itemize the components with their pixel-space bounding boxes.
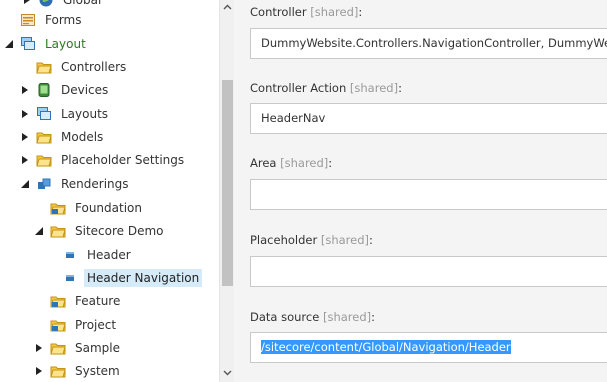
- layout-icon: [20, 36, 36, 52]
- rendering-icon: [62, 247, 78, 263]
- data-source-label: Data source [shared]:: [250, 310, 375, 324]
- area-field[interactable]: [250, 179, 607, 210]
- data-source-field[interactable]: /sitecore/content/Global/Navigation/Head…: [250, 332, 607, 363]
- tree-item-header-navigation[interactable]: Header Navigation: [62, 267, 203, 289]
- tree-item-header[interactable]: Header: [62, 244, 134, 266]
- expand-arrow-icon[interactable]: [20, 109, 30, 119]
- item-fields-panel: Controller [shared]: DummyWebsite.Contro…: [234, 0, 607, 382]
- folder-icon: [36, 152, 52, 168]
- folder-icon: [36, 129, 52, 145]
- folder-icon: [50, 340, 66, 356]
- globe-icon: [38, 0, 54, 8]
- tree-item-controllers[interactable]: Controllers: [20, 56, 129, 78]
- collapse-arrow-icon[interactable]: [4, 39, 14, 49]
- folder-icon: [50, 363, 66, 379]
- expand-arrow-icon[interactable]: [20, 85, 30, 95]
- collapse-arrow-icon[interactable]: [20, 179, 30, 189]
- tree-item-renderings[interactable]: Renderings: [20, 173, 132, 195]
- tree-item-feature[interactable]: Project: [34, 314, 119, 336]
- rendering-icon: [62, 270, 78, 286]
- tree-item-devices[interactable]: Devices: [20, 79, 111, 101]
- tree-item-models[interactable]: Models: [20, 126, 106, 148]
- tree-scrollbar[interactable]: [219, 0, 234, 382]
- folder-icon: [36, 59, 52, 75]
- tree-item-placeholder-settings[interactable]: Placeholder Settings: [20, 149, 187, 171]
- expand-arrow-icon[interactable]: [22, 0, 32, 5]
- tree-item-layout[interactable]: Layout: [4, 33, 89, 55]
- folder-icon: [50, 223, 66, 239]
- placeholder-field[interactable]: [250, 256, 607, 287]
- tree-item-system[interactable]: System: [34, 360, 123, 382]
- tree-item-foundation[interactable]: Foundation: [34, 197, 145, 219]
- folder-renderings-icon: [50, 293, 66, 309]
- expand-arrow-icon[interactable]: [20, 132, 30, 142]
- controller-action-label: Controller Action [shared]:: [250, 81, 402, 95]
- folder-renderings-icon: [50, 200, 66, 216]
- area-label: Area [shared]:: [250, 156, 333, 170]
- expand-arrow-icon[interactable]: [34, 343, 44, 353]
- tree-item-sitecore-demo[interactable]: Sitecore Demo: [34, 220, 167, 242]
- tree-item-forms[interactable]: Forms: [4, 9, 84, 31]
- controller-field[interactable]: DummyWebsite.Controllers.NavigationContr…: [250, 28, 607, 59]
- layout-icon: [36, 106, 52, 122]
- scroll-up-icon[interactable]: [220, 0, 234, 14]
- device-icon: [36, 82, 52, 98]
- controller-label: Controller [shared]:: [250, 5, 363, 19]
- folder-renderings-icon: [50, 317, 66, 333]
- tree-item-feature-folder[interactable]: Feature: [34, 290, 123, 312]
- renderings-icon: [36, 176, 52, 192]
- expand-arrow-icon[interactable]: [34, 366, 44, 376]
- tree-item-sample[interactable]: Sample: [34, 337, 123, 359]
- collapse-arrow-icon[interactable]: [34, 226, 44, 236]
- data-source-selected-text: /sitecore/content/Global/Navigation/Head…: [261, 340, 511, 354]
- scroll-thumb[interactable]: [222, 80, 233, 286]
- tree-item-layouts[interactable]: Layouts: [20, 103, 111, 125]
- placeholder-label: Placeholder [shared]:: [250, 233, 373, 247]
- content-tree: Global Forms Layout Controllers Devices …: [0, 0, 219, 382]
- form-icon: [20, 12, 36, 28]
- controller-action-field[interactable]: HeaderNav: [250, 103, 607, 134]
- scroll-down-icon[interactable]: [220, 366, 234, 380]
- expand-arrow-icon[interactable]: [20, 155, 30, 165]
